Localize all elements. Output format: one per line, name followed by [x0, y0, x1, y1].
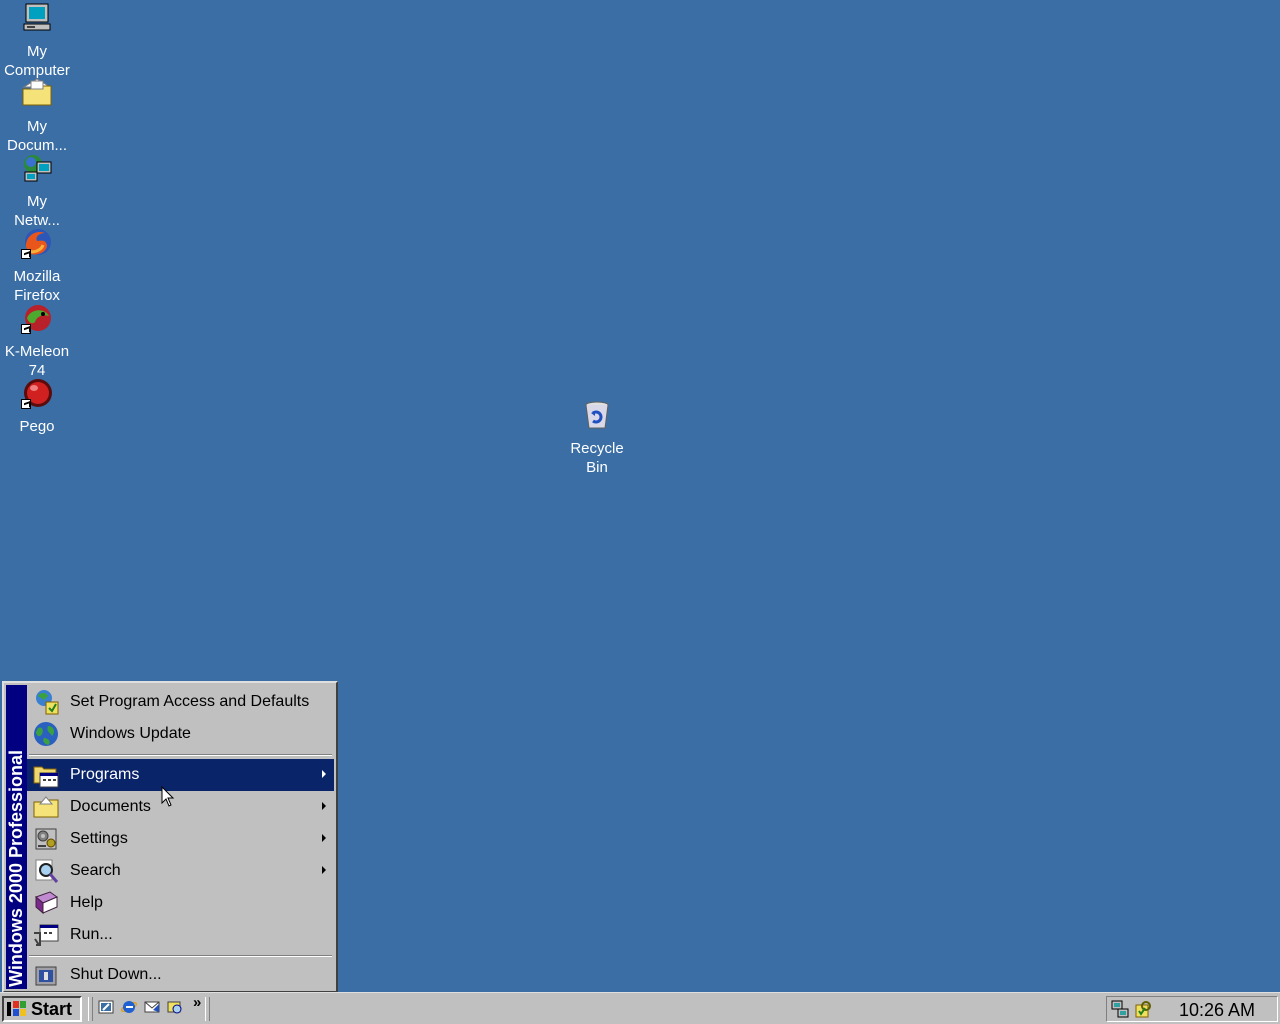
network-places-icon [21, 152, 53, 184]
desktop-icon-label: My [27, 43, 47, 60]
submenu-arrow-icon [322, 866, 326, 874]
menu-item-programs[interactable]: Programs [27, 759, 334, 791]
desktop-icon-label: My [27, 118, 47, 135]
desktop-icon-mozilla-firefox[interactable]: Mozilla Firefox [0, 227, 74, 305]
media-icon[interactable] [166, 998, 184, 1016]
windows-update-icon [32, 720, 60, 748]
desktop-icon-k-meleon[interactable]: K-Meleon 74 [0, 302, 74, 380]
system-tray: 10:26 AM [1106, 996, 1278, 1022]
toolbar-grip[interactable] [88, 997, 93, 1021]
desktop-icon-recycle-bin[interactable]: Recycle Bin [560, 399, 634, 477]
desktop-icon-label: My [27, 193, 47, 210]
shortcut-arrow-icon [21, 399, 31, 409]
quick-launch-chevron[interactable]: » [193, 994, 201, 1011]
menu-item-help[interactable]: Help [27, 887, 334, 919]
menu-item-label: Documents [70, 798, 151, 815]
menu-separator [29, 955, 332, 957]
clock[interactable]: 10:26 AM [1179, 1000, 1255, 1021]
security-tray-icon[interactable] [1133, 999, 1153, 1019]
outlook-express-icon[interactable] [143, 998, 161, 1016]
menu-item-label: Settings [70, 830, 128, 847]
desktop-icon-my-network[interactable]: My Netw... [0, 152, 74, 230]
network-tray-icon[interactable] [1110, 999, 1130, 1019]
shut-down-icon [32, 961, 60, 989]
menu-item-settings[interactable]: Settings [27, 823, 334, 855]
program-access-icon [32, 688, 60, 716]
menu-item-run[interactable]: Run... [27, 919, 334, 951]
menu-item-documents[interactable]: Documents [27, 791, 334, 823]
documents-icon [32, 793, 60, 821]
start-menu-banner-text: Windows 2000 Professional [6, 750, 26, 987]
desktop-icon-pego[interactable]: Pego [0, 377, 74, 436]
menu-item-label: Run... [70, 926, 113, 943]
toolbar-grip[interactable] [205, 997, 210, 1021]
start-menu-banner: Windows 2000 Professional [6, 685, 27, 989]
submenu-arrow-icon [322, 834, 326, 842]
menu-item-label: Windows Update [70, 725, 191, 742]
menu-separator [29, 754, 332, 756]
menu-item-shut-down[interactable]: Shut Down... [27, 959, 334, 991]
shortcut-arrow-icon [21, 324, 31, 334]
menu-item-label: Set Program Access and Defaults [70, 693, 310, 710]
menu-item-label: Help [70, 894, 103, 911]
menu-item-label: Search [70, 862, 121, 879]
desktop-icon-label: Bin [586, 459, 608, 476]
desktop-icon-my-computer[interactable]: My Computer [0, 2, 74, 80]
submenu-arrow-icon [322, 770, 326, 778]
desktop-icon-label: K-Meleon [4, 343, 70, 360]
pego-icon [21, 377, 53, 409]
programs-icon [32, 761, 60, 789]
desktop-icon-label: Pego [19, 418, 55, 435]
documents-folder-icon [21, 77, 53, 109]
show-desktop-icon[interactable] [97, 998, 115, 1016]
mouse-cursor-icon [161, 786, 175, 807]
internet-explorer-icon[interactable] [120, 998, 138, 1016]
submenu-arrow-icon [322, 802, 326, 810]
windows-logo-icon [6, 1000, 28, 1018]
k-meleon-icon [21, 302, 53, 334]
menu-item-label: Shut Down... [70, 966, 162, 983]
desktop-icon-label: Mozilla [13, 268, 61, 285]
start-button[interactable]: Start [2, 996, 82, 1022]
search-icon [32, 857, 60, 885]
menu-item-label: Programs [70, 766, 140, 783]
firefox-icon [21, 227, 53, 259]
menu-item-search[interactable]: Search [27, 855, 334, 887]
computer-icon [21, 2, 53, 34]
start-menu: Windows 2000 Professional Set Program Ac… [2, 681, 338, 993]
recycle-bin-icon [581, 399, 613, 431]
taskbar: Start » 10:26 AM [0, 992, 1280, 1024]
help-icon [32, 889, 60, 917]
desktop-icon-label: Recycle [570, 440, 624, 457]
shortcut-arrow-icon [21, 249, 31, 259]
run-icon [32, 921, 60, 949]
menu-item-set-program-access[interactable]: Set Program Access and Defaults [27, 686, 334, 718]
start-label: Start [31, 998, 73, 1019]
settings-icon [32, 825, 60, 853]
desktop-icon-my-documents[interactable]: My Docum... [0, 77, 74, 155]
menu-item-windows-update[interactable]: Windows Update [27, 718, 334, 750]
